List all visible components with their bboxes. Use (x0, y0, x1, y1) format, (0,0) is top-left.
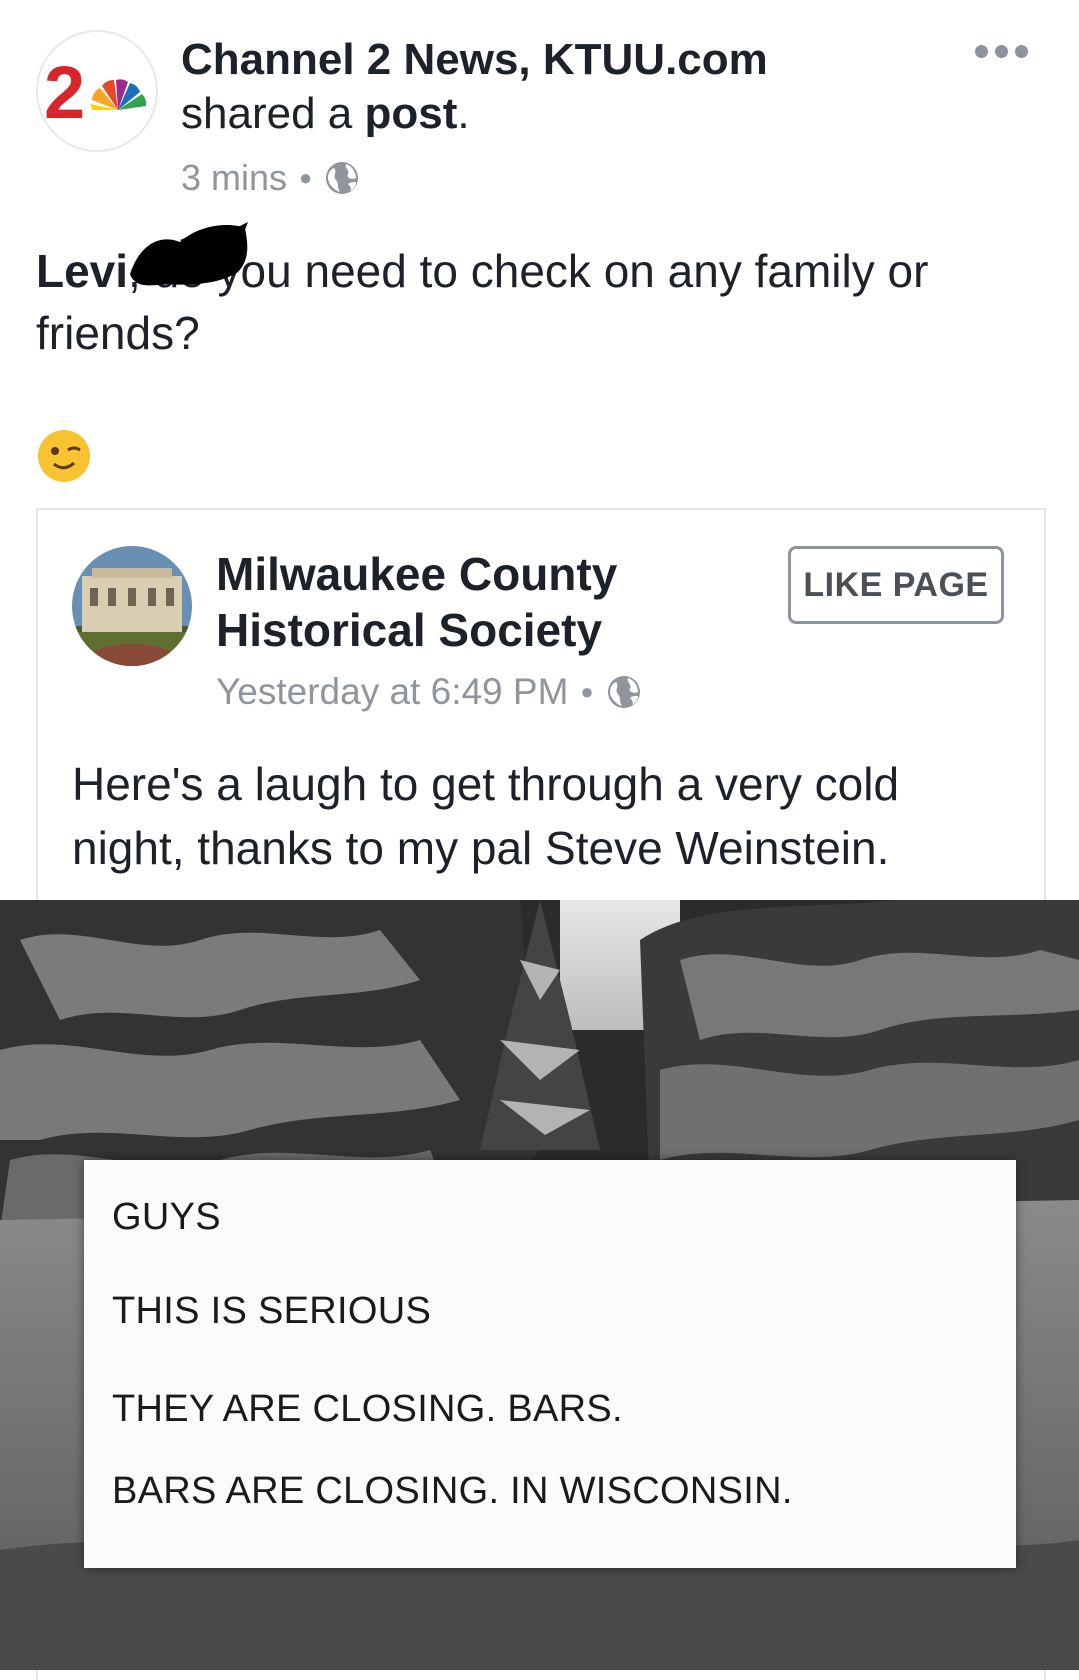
separator-dot: ● (580, 679, 594, 704)
building-photo-icon (72, 546, 192, 666)
note-line: THEY ARE CLOSING. BARS. (112, 1388, 623, 1430)
nbc-peacock-icon: 2 (44, 51, 147, 134)
like-page-button[interactable]: LIKE PAGE (788, 546, 1004, 624)
more-options-button[interactable] (975, 45, 1028, 58)
embedded-post-time[interactable]: Yesterday at 6:49 PM (216, 672, 568, 712)
page-name[interactable]: Milwaukee County Historical Society (216, 546, 736, 658)
shared-prefix: shared a (181, 89, 365, 138)
page-avatar[interactable] (72, 546, 192, 666)
note-line: THIS IS SERIOUS (112, 1290, 432, 1332)
shared-suffix: . (457, 89, 470, 138)
poster-name[interactable]: Channel 2 News, KTUU.com (181, 36, 768, 84)
wink-emoji-icon (38, 430, 90, 482)
separator-dot: ● (299, 165, 313, 190)
embedded-post-text: Here's a laugh to get through a very col… (72, 758, 900, 874)
channel-2-logo[interactable]: 2 (36, 30, 158, 152)
note-line: GUYS (112, 1196, 221, 1238)
redaction-scribble (130, 222, 248, 286)
svg-text:2: 2 (44, 51, 85, 134)
more-dot-icon (975, 45, 988, 58)
globe-icon (607, 676, 640, 708)
more-dot-icon (1015, 45, 1028, 58)
text-note-overlay: GUYS THIS IS SERIOUS THEY ARE CLOSING. B… (84, 1160, 1016, 1568)
mention-link[interactable]: Levi (36, 245, 128, 297)
post-link[interactable]: post (364, 89, 457, 138)
post-meta: 3 mins ● (181, 158, 360, 198)
embedded-post-meta: Yesterday at 6:49 PM ● (216, 672, 642, 712)
globe-icon (326, 162, 359, 194)
note-line: BARS ARE CLOSING. IN WISCONSIN. (112, 1470, 793, 1512)
more-dot-icon (995, 45, 1008, 58)
post-time[interactable]: 3 mins (181, 158, 287, 198)
shared-line: shared a post. (181, 90, 470, 138)
